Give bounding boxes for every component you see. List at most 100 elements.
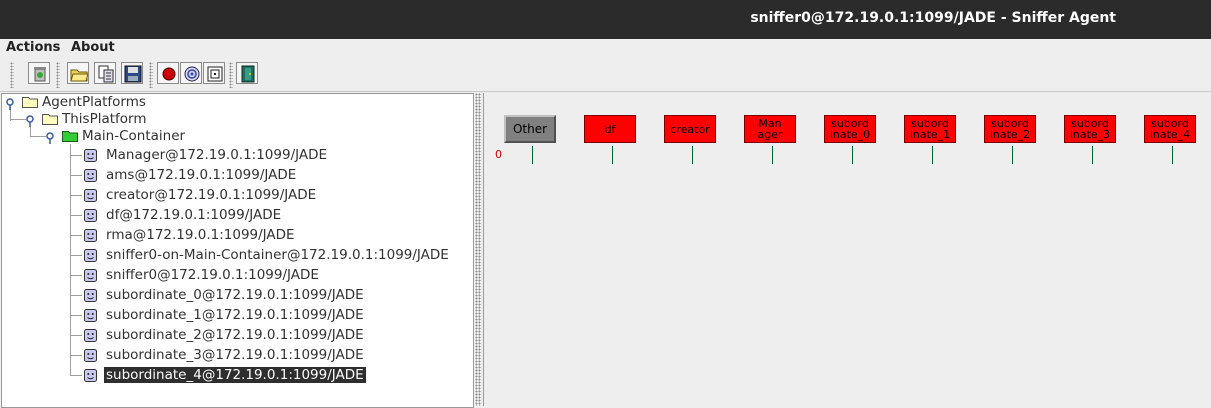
agent-icon <box>84 189 97 202</box>
agent-icon <box>84 349 97 362</box>
tree-handle-icon[interactable] <box>46 132 56 144</box>
canvas-agent-label: Man ager <box>757 117 783 141</box>
record-icon <box>162 67 176 81</box>
floppy-icon <box>124 65 142 83</box>
canvas-agent-label: subord inate_3 <box>1069 117 1111 141</box>
tree-agent-item[interactable]: sniffer0@172.19.0.1:1099/JADE <box>82 266 462 286</box>
tree-agent-item[interactable]: df@172.19.0.1:1099/JADE <box>82 206 462 226</box>
agent-lifeline <box>852 146 853 164</box>
canvas-agent-box[interactable]: subord inate_1 <box>904 115 956 143</box>
agent-tree-panel[interactable]: AgentPlatforms ThisPlatform Main-Contain… <box>1 93 474 408</box>
menu-bar: Actions About <box>0 39 1211 59</box>
agent-icon <box>84 249 97 262</box>
toolbar-grip[interactable] <box>10 62 14 88</box>
tree-agent-item[interactable]: subordinate_1@172.19.0.1:1099/JADE <box>82 306 462 326</box>
agent-lifeline <box>932 146 933 164</box>
canvas-agent-label: subord inate_2 <box>989 117 1031 141</box>
agent-lifeline <box>1012 146 1013 164</box>
agent-lifeline <box>772 146 773 164</box>
open-file-button[interactable] <box>67 62 89 84</box>
tree-agent-item[interactable]: rma@172.19.0.1:1099/JADE <box>82 226 462 246</box>
tree-agent-label: subordinate_1@172.19.0.1:1099/JADE <box>106 307 364 323</box>
folder-icon <box>42 114 58 125</box>
menu-about[interactable]: About <box>71 40 115 55</box>
write-messages-button[interactable] <box>94 62 116 84</box>
agent-lifeline <box>692 146 693 164</box>
tree-agent-item[interactable]: sniffer0-on-Main-Container@172.19.0.1:10… <box>82 246 462 266</box>
canvas-agent-box[interactable]: subord inate_2 <box>984 115 1036 143</box>
agent-icon <box>84 369 97 382</box>
tree-agent-item[interactable]: subordinate_3@172.19.0.1:1099/JADE <box>82 346 462 366</box>
canvas-agent-label: subord inate_1 <box>909 117 951 141</box>
tree-node-container[interactable]: Main-Container <box>82 128 185 144</box>
select-agent-button[interactable] <box>157 62 179 84</box>
agent-lifeline <box>1172 146 1173 164</box>
tree-node-platform[interactable]: ThisPlatform <box>62 111 147 127</box>
tree-agent-label: sniffer0-on-Main-Container@172.19.0.1:10… <box>106 247 449 263</box>
time-zero-label: 0 <box>495 148 502 161</box>
tree-agent-label: df@172.19.0.1:1099/JADE <box>106 207 282 223</box>
folder-icon <box>22 97 38 108</box>
toolbar-grip[interactable] <box>149 62 153 88</box>
tree-agent-label: creator@172.19.0.1:1099/JADE <box>106 187 317 203</box>
tree-agent-label: subordinate_4@172.19.0.1:1099/JADE <box>104 367 366 383</box>
canvas-agent-box[interactable]: Man ager <box>744 115 796 143</box>
canvas-agent-box[interactable]: subord inate_4 <box>1144 115 1196 143</box>
canvas-agent-label: Other <box>512 121 548 136</box>
tree-agent-label: subordinate_3@172.19.0.1:1099/JADE <box>106 347 364 363</box>
window-title: sniffer0@172.19.0.1:1099/JADE - Sniffer … <box>750 10 1116 26</box>
tree-agent-item[interactable]: Manager@172.19.0.1:1099/JADE <box>82 146 462 166</box>
toolbar <box>0 59 1211 92</box>
agent-icon <box>84 309 97 322</box>
tree-handle-icon[interactable] <box>6 98 16 110</box>
agent-icon <box>84 289 97 302</box>
tree-agent-item[interactable]: ams@172.19.0.1:1099/JADE <box>82 166 462 186</box>
agent-icon <box>84 229 97 242</box>
canvas-agent-label: creator <box>670 122 710 136</box>
tree-agent-label: subordinate_0@172.19.0.1:1099/JADE <box>106 287 364 303</box>
tree-agent-item[interactable]: subordinate_0@172.19.0.1:1099/JADE <box>82 286 462 306</box>
container-folder-icon <box>62 131 78 142</box>
agent-icon <box>84 209 97 222</box>
canvas-agent-label: subord inate_4 <box>1149 117 1191 141</box>
exit-button[interactable] <box>236 62 258 84</box>
agent-icon <box>84 149 97 162</box>
agent-icon <box>84 269 97 282</box>
folder-open-icon <box>70 69 88 82</box>
exit-door-icon <box>241 65 255 83</box>
nested-squares-icon <box>207 66 223 82</box>
agent-icon <box>84 329 97 342</box>
clear-canvas-button[interactable] <box>28 62 50 84</box>
split-pane-divider[interactable] <box>475 93 481 406</box>
show-only-button[interactable] <box>203 62 225 84</box>
swirl-icon <box>184 66 200 82</box>
sniffer-canvas[interactable]: 0 Other df creator Man ager subord inate_0 su… <box>483 93 1211 406</box>
agent-lifeline <box>532 146 533 164</box>
canvas-agent-label: subord inate_0 <box>829 117 871 141</box>
toolbar-grip[interactable] <box>229 62 233 88</box>
title-bar: sniffer0@172.19.0.1:1099/JADE - Sniffer … <box>0 0 1211 39</box>
agent-lifeline <box>612 146 613 164</box>
canvas-agent-label: df <box>604 122 616 136</box>
canvas-other-box[interactable]: Other <box>504 115 556 143</box>
agent-icon <box>84 169 97 182</box>
trash-icon <box>34 67 46 82</box>
document-icon <box>98 65 114 83</box>
tree-agent-item[interactable]: creator@172.19.0.1:1099/JADE <box>82 186 462 206</box>
tree-agent-label: ams@172.19.0.1:1099/JADE <box>106 167 297 183</box>
canvas-agent-box[interactable]: subord inate_0 <box>824 115 876 143</box>
tree-agent-item[interactable]: subordinate_2@172.19.0.1:1099/JADE <box>82 326 462 346</box>
tree-agent-label: rma@172.19.0.1:1099/JADE <box>106 227 295 243</box>
tree-agent-label: Manager@172.19.0.1:1099/JADE <box>106 147 328 163</box>
canvas-agent-box[interactable]: df <box>584 115 636 143</box>
tree-node-root[interactable]: AgentPlatforms <box>42 94 146 110</box>
tree-agent-item[interactable]: subordinate_4@172.19.0.1:1099/JADE <box>82 366 462 386</box>
unselect-agent-button[interactable] <box>180 62 202 84</box>
tree-handle-icon[interactable] <box>26 115 36 127</box>
agent-lifeline <box>1092 146 1093 164</box>
canvas-agent-box[interactable]: subord inate_3 <box>1064 115 1116 143</box>
toolbar-grip[interactable] <box>56 62 60 88</box>
canvas-agent-box[interactable]: creator <box>664 115 716 143</box>
menu-actions[interactable]: Actions <box>6 40 60 55</box>
save-button[interactable] <box>121 62 143 84</box>
